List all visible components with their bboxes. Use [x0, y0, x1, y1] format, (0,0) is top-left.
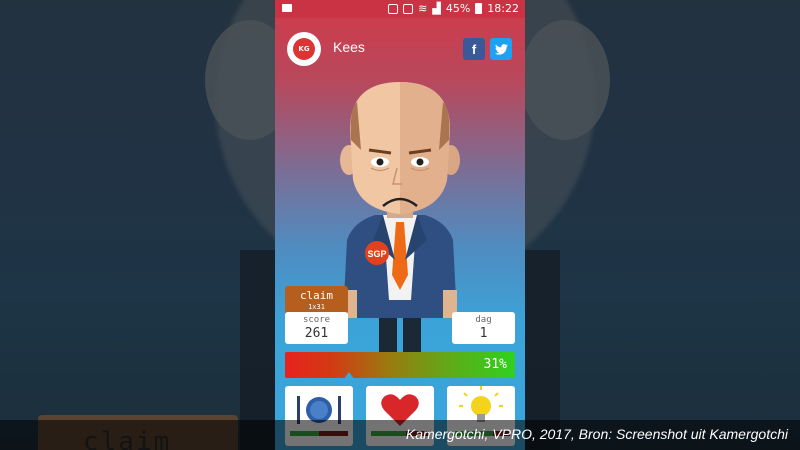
day-label: dag — [475, 315, 492, 325]
score-value: 261 — [304, 326, 329, 341]
phone-screen: ≋ ▟ 45% 18:22 KG Kees f SGP claim 1x31 s… — [275, 0, 525, 450]
score-label: score — [302, 315, 331, 325]
caption-text: Kamergotchi, VPRO, 2017, Bron: Screensho… — [405, 426, 788, 442]
day-value: 1 — [479, 326, 488, 341]
health-bar: 31% — [285, 352, 515, 378]
party-badge-text: SGP — [367, 249, 386, 259]
day-box: dag 1 — [452, 312, 515, 344]
head-shade — [400, 82, 450, 214]
left-pupil — [376, 158, 384, 166]
right-pupil — [416, 158, 424, 166]
claim-button[interactable]: claim 1x31 — [285, 286, 348, 314]
health-percent: 31% — [483, 357, 507, 372]
health-pointer — [343, 372, 355, 380]
claim-label: claim — [299, 289, 334, 302]
claim-sub: 1x31 — [308, 303, 325, 311]
score-box: score 261 — [285, 312, 348, 344]
caption-bar: Kamergotchi, VPRO, 2017, Bron: Screensho… — [0, 420, 800, 450]
